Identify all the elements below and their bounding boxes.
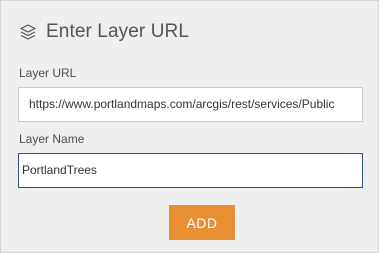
layer-url-label: Layer URL [19, 66, 77, 80]
layer-name-label: Layer Name [19, 132, 85, 146]
panel-header: Enter Layer URL [19, 20, 189, 44]
layers-icon [19, 23, 37, 41]
layer-name-input[interactable]: PortlandTrees [18, 153, 363, 188]
panel-title: Enter Layer URL [46, 21, 190, 42]
layer-url-input[interactable]: https://www.portlandmaps.com/arcgis/rest… [18, 87, 363, 122]
add-button[interactable]: ADD [169, 205, 235, 240]
enter-layer-url-panel: Enter Layer URL Layer URL https://www.po… [0, 0, 379, 253]
